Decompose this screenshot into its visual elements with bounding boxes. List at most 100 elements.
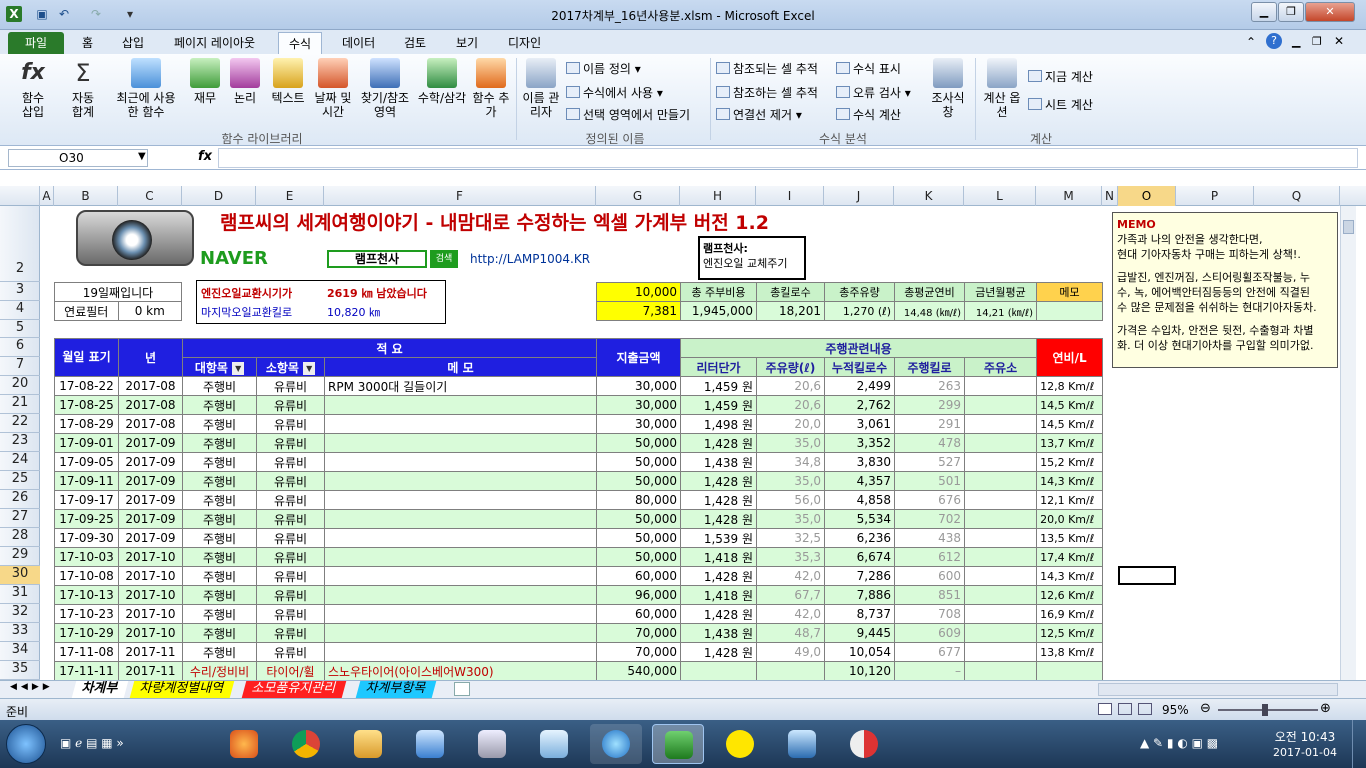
taskbar-firefox[interactable]	[218, 724, 270, 764]
row-year[interactable]: 2017-09	[118, 471, 183, 491]
row-date[interactable]: 17-10-23	[54, 604, 119, 624]
row-distance[interactable]: 263	[894, 376, 966, 396]
taskbar-app[interactable]	[404, 724, 456, 764]
sheet-tab[interactable]: 차계부항목	[355, 681, 437, 698]
row-year[interactable]: 2017-08	[118, 414, 183, 434]
row-minor[interactable]: 유류비	[256, 471, 325, 491]
column-header[interactable]: H	[680, 186, 756, 206]
tab-insert[interactable]: 삽입	[112, 32, 154, 54]
zoom-slider[interactable]	[1218, 709, 1318, 711]
column-header-selected[interactable]: O	[1118, 186, 1176, 206]
remove-arrows-button[interactable]: 연결선 제거 ▾	[716, 106, 802, 124]
row-unit-price[interactable]: 1,498 원	[680, 414, 758, 434]
summary-g4[interactable]: 7,381	[596, 301, 681, 321]
row-memo[interactable]	[323, 471, 598, 491]
row-minor[interactable]: 유류비	[256, 566, 325, 586]
watch-window-button[interactable]: 조사식 창	[926, 58, 970, 119]
row-header[interactable]: 4	[0, 301, 40, 320]
row-date[interactable]: 17-11-08	[54, 642, 119, 662]
zoom-slider-thumb[interactable]	[1262, 704, 1268, 716]
clock-time[interactable]: 오전 10:43	[1270, 728, 1340, 745]
row-major[interactable]: 주행비	[182, 566, 257, 586]
naver-search-box[interactable]: 램프천사	[327, 250, 427, 268]
summary-value[interactable]: 1,270 (ℓ)	[824, 301, 895, 321]
row-unit-price[interactable]: 1,428 원	[680, 433, 758, 453]
row-fuel[interactable]: 20,0	[756, 414, 826, 434]
ribbon-minimize-icon[interactable]: ⌃	[1246, 35, 1256, 49]
row-station[interactable]	[964, 661, 1038, 680]
row-major[interactable]: 주행비	[182, 376, 257, 396]
row-header[interactable]: 2	[0, 206, 40, 282]
row-header[interactable]: 33	[0, 623, 40, 642]
row-amount[interactable]: 70,000	[596, 623, 682, 643]
row-year[interactable]: 2017-10	[118, 566, 183, 586]
clock-date[interactable]: 2017-01-04	[1266, 746, 1344, 759]
start-button-icon[interactable]	[6, 724, 46, 764]
row-odometer[interactable]: 2,499	[824, 376, 896, 396]
row-fuel[interactable]: 32,5	[756, 528, 826, 548]
row-odometer[interactable]: 7,286	[824, 566, 896, 586]
row-distance[interactable]: 291	[894, 414, 966, 434]
row-unit-price[interactable]: 1,428 원	[680, 490, 758, 510]
row-unit-price[interactable]: 1,438 원	[680, 623, 758, 643]
row-fuel[interactable]: 56,0	[756, 490, 826, 510]
taskbar-notes[interactable]	[528, 724, 580, 764]
row-station[interactable]	[964, 604, 1038, 624]
row-odometer[interactable]: 10,120	[824, 661, 896, 680]
row-fuel[interactable]: 35,3	[756, 547, 826, 567]
row-odometer[interactable]: 3,830	[824, 452, 896, 472]
row-header[interactable]: 29	[0, 547, 40, 566]
row-year[interactable]: 2017-08	[118, 395, 183, 415]
sheet-tab[interactable]: 소모품유지관리	[241, 681, 347, 698]
row-major[interactable]: 수리/정비비	[182, 661, 257, 680]
row-amount[interactable]: 50,000	[596, 528, 682, 548]
selected-cell-o30[interactable]	[1118, 566, 1176, 585]
row-minor[interactable]: 유류비	[256, 642, 325, 662]
row-efficiency[interactable]: 20,0 Km/ℓ	[1036, 509, 1104, 529]
summary-value[interactable]: 14,21 (㎞/ℓ)	[964, 301, 1037, 321]
column-header[interactable]: B	[54, 186, 118, 206]
row-header[interactable]: 34	[0, 642, 40, 661]
row-year[interactable]: 2017-09	[118, 509, 183, 529]
row-year[interactable]: 2017-09	[118, 433, 183, 453]
row-unit-price[interactable]: 1,539 원	[680, 528, 758, 548]
row-distance[interactable]: –	[894, 661, 966, 680]
row-distance[interactable]: 676	[894, 490, 966, 510]
column-header[interactable]: D	[182, 186, 256, 206]
row-odometer[interactable]: 6,236	[824, 528, 896, 548]
scroll-thumb[interactable]	[1343, 220, 1354, 234]
row-memo[interactable]: 스노우타이어(아이스베어W300)	[323, 661, 598, 680]
row-distance[interactable]: 609	[894, 623, 966, 643]
row-header[interactable]: 21	[0, 395, 40, 414]
worksheet[interactable]: 램프씨의 세계여행이야기 - 내맘대로 수정하는 엑셀 가계부 버전 1.2 N…	[40, 206, 1340, 680]
row-date[interactable]: 17-10-29	[54, 623, 119, 643]
calc-now-button[interactable]: 지금 계산	[1028, 68, 1093, 86]
formula-input[interactable]	[218, 148, 1358, 168]
row-header[interactable]: 24	[0, 452, 40, 471]
wb-minimize-icon[interactable]: ▁	[1292, 35, 1300, 48]
row-header[interactable]: 28	[0, 528, 40, 547]
row-efficiency[interactable]: 13,7 Km/ℓ	[1036, 433, 1104, 453]
taskbar-camera[interactable]	[776, 724, 828, 764]
row-efficiency[interactable]: 13,8 Km/ℓ	[1036, 642, 1104, 662]
row-fuel[interactable]: 48,7	[756, 623, 826, 643]
row-date[interactable]: 17-10-13	[54, 585, 119, 605]
row-distance[interactable]: 600	[894, 566, 966, 586]
row-year[interactable]: 2017-11	[118, 642, 183, 662]
row-amount[interactable]: 60,000	[596, 604, 682, 624]
row-minor[interactable]: 타이어/휠	[256, 661, 325, 680]
trace-precedents-button[interactable]: 참조되는 셀 추적	[716, 60, 818, 78]
row-odometer[interactable]: 10,054	[824, 642, 896, 662]
show-desktop-button[interactable]	[1352, 720, 1366, 768]
row-odometer[interactable]: 4,357	[824, 471, 896, 491]
define-name-button[interactable]: 이름 정의 ▾	[566, 60, 641, 78]
row-header[interactable]: 32	[0, 604, 40, 623]
calc-sheet-button[interactable]: 시트 계산	[1028, 96, 1093, 114]
error-checking-button[interactable]: 오류 검사 ▾	[836, 84, 911, 102]
sheet-nav-arrows-icon[interactable]: ◀◀▶▶	[10, 682, 54, 692]
row-fuel[interactable]: 20,6	[756, 376, 826, 396]
row-header[interactable]: 20	[0, 376, 40, 395]
row-memo[interactable]	[323, 566, 598, 586]
row-date[interactable]: 17-09-30	[54, 528, 119, 548]
summary-g3[interactable]: 10,000	[596, 282, 681, 302]
